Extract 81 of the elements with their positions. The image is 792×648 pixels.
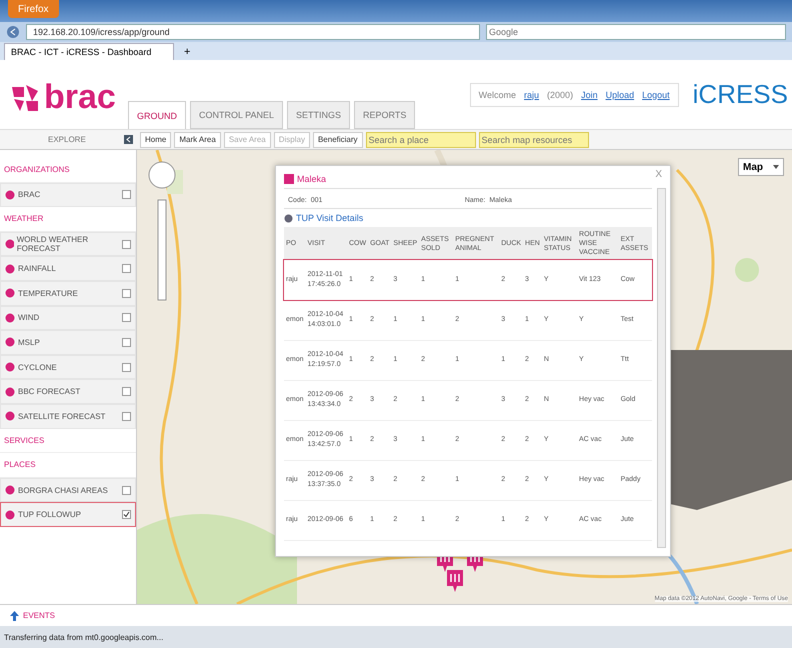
layer-icon bbox=[5, 485, 15, 496]
resource-search-field[interactable]: Search map resources bbox=[478, 132, 589, 148]
header-link[interactable]: Join bbox=[581, 90, 598, 100]
sidebar-item-label: BBC FORECAST bbox=[18, 387, 80, 396]
checkbox[interactable] bbox=[122, 412, 131, 421]
checkbox[interactable] bbox=[122, 486, 131, 495]
checkbox[interactable] bbox=[122, 240, 131, 249]
checkbox[interactable] bbox=[122, 362, 131, 372]
sidebar-section-header: SERVICES bbox=[0, 428, 136, 454]
caret-icon bbox=[773, 165, 779, 169]
sidebar-item-label: TEMPERATURE bbox=[18, 288, 78, 298]
toolbar-button[interactable]: Mark Area bbox=[174, 132, 221, 148]
nav-tab[interactable]: REPORTS bbox=[354, 101, 416, 129]
status-bar: Transferring data from mt0.googleapis.com... bbox=[0, 626, 792, 648]
checkbox[interactable] bbox=[122, 510, 131, 520]
sidebar-item-label: MSLP bbox=[18, 338, 40, 347]
collapse-icon[interactable] bbox=[124, 135, 133, 144]
layer-icon bbox=[5, 386, 15, 397]
sidebar-item-label: WORLD WEATHER FORECAST bbox=[16, 235, 90, 254]
nav-tab[interactable]: CONTROL PANEL bbox=[190, 101, 284, 129]
logo-icon bbox=[284, 174, 294, 184]
sidebar-item-label: TUP FOLLOWUP bbox=[18, 510, 81, 520]
layer-icon bbox=[5, 362, 15, 372]
back-icon[interactable] bbox=[6, 25, 20, 39]
toolbar-button[interactable]: Home bbox=[140, 132, 172, 148]
map-type-dropdown[interactable]: Map bbox=[738, 158, 784, 176]
checkbox[interactable] bbox=[122, 387, 131, 396]
sidebar-item-label: WIND bbox=[18, 313, 40, 322]
nav-tab[interactable]: SETTINGS bbox=[287, 101, 350, 129]
popup-title: Maleka bbox=[297, 174, 326, 184]
section-title: TUP Visit Details bbox=[296, 213, 364, 223]
layer-icon bbox=[5, 411, 15, 422]
sidebar-item[interactable]: CYCLONE bbox=[0, 354, 136, 380]
upload-icon bbox=[10, 610, 19, 620]
checkbox[interactable] bbox=[122, 190, 131, 200]
browser-tab[interactable]: BRAC - ICT - iCRESS - Dashboard bbox=[4, 43, 174, 60]
sidebar-item-label: SATELLITE FORECAST bbox=[18, 412, 106, 421]
sidebar-item[interactable]: BBC FORECAST bbox=[0, 379, 136, 404]
place-search-field[interactable]: Search a place bbox=[366, 132, 476, 148]
layer-icon bbox=[5, 510, 15, 520]
sidebar-item-label: BORGRA CHASI AREAS bbox=[18, 486, 108, 495]
map-marker-icon[interactable] bbox=[447, 570, 463, 592]
sidebar-item[interactable]: BORGRA CHASI AREAS bbox=[0, 478, 136, 502]
gear-icon bbox=[284, 214, 293, 222]
sidebar-item[interactable]: TUP FOLLOWUP bbox=[0, 502, 136, 527]
layer-icon bbox=[5, 190, 15, 200]
sidebar-item-label: BRAC bbox=[18, 190, 40, 200]
checkbox[interactable] bbox=[122, 264, 131, 274]
logo-icon bbox=[10, 82, 40, 112]
address-bar[interactable]: 192.168.20.109/icress/app/ground bbox=[26, 24, 480, 40]
user-link[interactable]: raju bbox=[524, 90, 540, 100]
sidebar-item[interactable]: TEMPERATURE bbox=[0, 280, 136, 306]
sidebar-item[interactable]: WORLD WEATHER FORECAST bbox=[0, 232, 136, 256]
brand-logo: iCRESS bbox=[692, 79, 789, 110]
sidebar-item[interactable]: MSLP bbox=[0, 330, 136, 355]
sidebar-item[interactable]: SATELLITE FORECAST bbox=[0, 404, 136, 429]
logo-text: brac bbox=[44, 78, 116, 117]
explore-label: EXPLORE bbox=[48, 135, 86, 144]
layer-icon bbox=[5, 312, 15, 323]
user-code: (2000) bbox=[547, 90, 574, 100]
header-link[interactable]: Upload bbox=[606, 90, 634, 100]
layer-icon bbox=[5, 337, 15, 348]
checkbox[interactable] bbox=[122, 338, 131, 347]
checkbox[interactable] bbox=[122, 288, 131, 298]
new-tab-button[interactable]: + bbox=[178, 43, 196, 60]
sidebar-item-label: CYCLONE bbox=[18, 362, 57, 372]
layer-icon bbox=[5, 288, 15, 298]
checkbox[interactable] bbox=[122, 313, 131, 322]
nav-tab[interactable]: GROUND bbox=[128, 101, 186, 129]
events-label: EVENTS bbox=[23, 611, 56, 620]
layer-icon bbox=[5, 239, 14, 250]
sidebar-item[interactable]: RAINFALL bbox=[0, 256, 136, 281]
sidebar-item-label: RAINFALL bbox=[18, 264, 56, 274]
sidebar-item[interactable]: WIND bbox=[0, 306, 136, 330]
header-link[interactable]: Logout bbox=[642, 90, 670, 100]
search-field[interactable]: Google bbox=[486, 24, 786, 40]
sidebar-item[interactable]: BRAC bbox=[0, 182, 136, 208]
layer-icon bbox=[5, 264, 15, 274]
welcome-text: Welcome bbox=[478, 90, 516, 100]
toolbar-button[interactable]: Beneficiary bbox=[312, 132, 363, 148]
scrollbar[interactable] bbox=[657, 188, 666, 548]
